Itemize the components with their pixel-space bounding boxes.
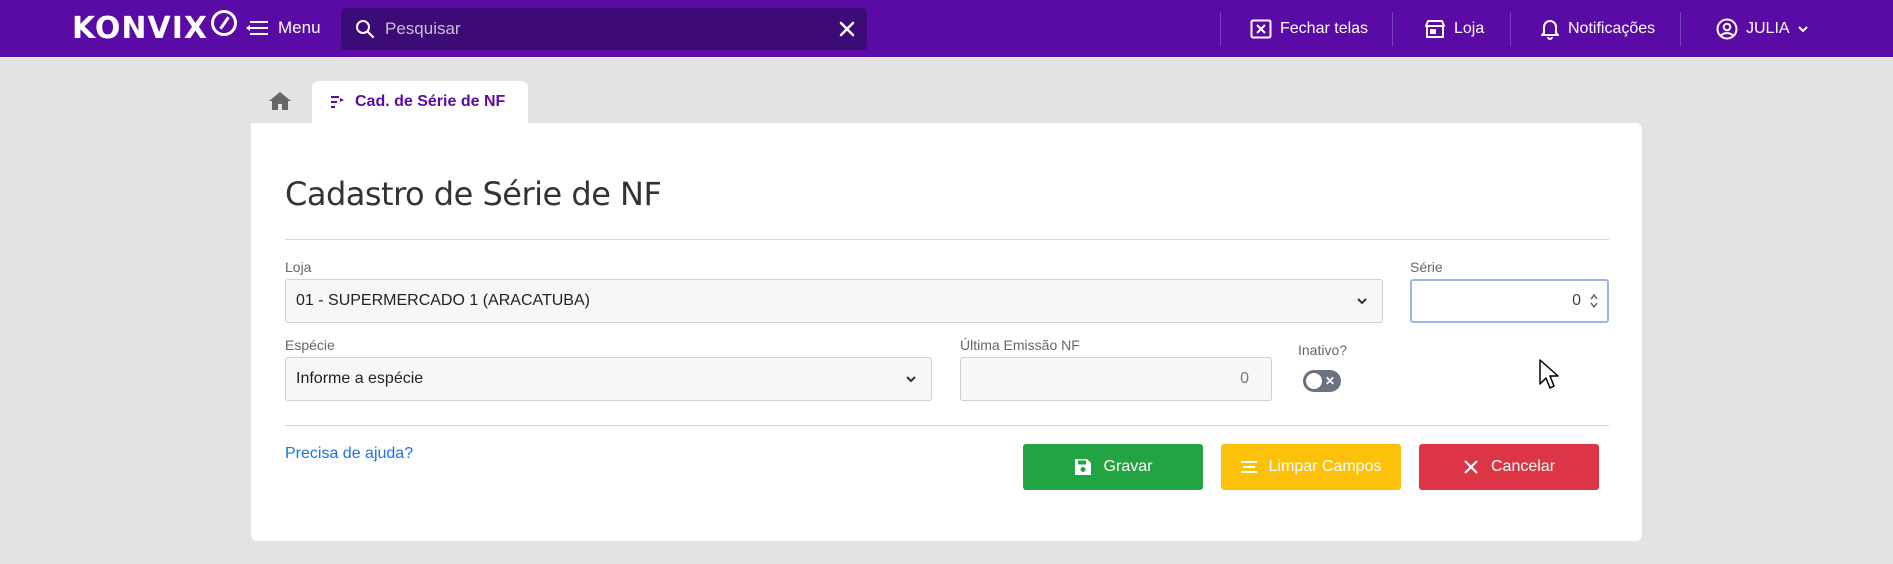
search-input[interactable] xyxy=(385,8,815,50)
clear-fields-button[interactable]: Limpar Campos xyxy=(1221,444,1401,490)
home-tab[interactable] xyxy=(262,84,298,118)
number-spinner-icon[interactable] xyxy=(1589,292,1599,310)
especie-select[interactable]: Informe a espécie xyxy=(285,357,932,401)
clear-search-icon[interactable] xyxy=(837,19,857,39)
ultima-emissao-field: 0 xyxy=(960,357,1272,401)
close-screens-icon xyxy=(1250,19,1272,39)
serie-input[interactable]: 0 xyxy=(1410,279,1609,323)
clear-fields-label: Limpar Campos xyxy=(1268,458,1382,475)
cancel-label: Cancelar xyxy=(1490,458,1556,475)
toggle-knob xyxy=(1306,373,1322,389)
help-link[interactable]: Precisa de ajuda? xyxy=(285,445,413,463)
serie-value: 0 xyxy=(1572,292,1581,309)
konvix-logo[interactable]: KONVIX xyxy=(72,10,238,46)
close-screens-label: Fechar telas xyxy=(1280,20,1369,37)
loja-select[interactable]: 01 - SUPERMERCADO 1 (ARACATUBA) xyxy=(285,279,1383,323)
save-button[interactable]: Gravar xyxy=(1023,444,1203,490)
search-icon xyxy=(356,20,375,39)
logo-text: KONVIX xyxy=(72,10,209,46)
loja-label: Loja xyxy=(285,259,312,275)
menu-icon xyxy=(246,19,268,37)
tab-cad-serie-nf[interactable]: Cad. de Série de NF xyxy=(312,81,528,123)
save-icon xyxy=(1074,459,1091,475)
menu-label: Menu xyxy=(278,18,321,37)
inativo-toggle[interactable]: ✕ xyxy=(1303,370,1341,392)
store-icon xyxy=(1425,20,1445,38)
inativo-label: Inativo? xyxy=(1298,342,1348,358)
nav-divider xyxy=(1220,12,1221,46)
user-menu-button[interactable]: JULIA xyxy=(1716,14,1808,44)
divider xyxy=(285,239,1609,240)
ultima-emissao-label: Última Emissão NF xyxy=(960,337,1080,353)
user-avatar-icon xyxy=(1716,18,1738,40)
especie-value: Informe a espécie xyxy=(296,370,424,387)
close-screens-button[interactable]: Fechar telas xyxy=(1250,14,1368,44)
close-icon xyxy=(1464,460,1478,474)
logo-mark-icon xyxy=(211,10,238,36)
list-arrow-icon xyxy=(331,96,344,108)
user-name: JULIA xyxy=(1746,20,1790,37)
save-label: Gravar xyxy=(1103,458,1153,475)
search-bar xyxy=(341,8,867,50)
store-label: Loja xyxy=(1454,20,1485,37)
menu-button[interactable]: Menu xyxy=(246,14,321,42)
ultima-emissao-value: 0 xyxy=(1240,370,1249,387)
home-icon xyxy=(269,92,291,110)
chevron-down-icon xyxy=(1357,298,1367,305)
nav-divider xyxy=(1510,12,1511,46)
chevron-down-icon xyxy=(1797,26,1808,33)
nav-divider xyxy=(1680,12,1681,46)
top-navbar: KONVIX Menu Fechar telas Loja Notificaçõ… xyxy=(0,0,1893,57)
mouse-cursor-icon xyxy=(1539,359,1559,389)
toggle-off-icon: ✕ xyxy=(1324,374,1335,388)
cancel-button[interactable]: Cancelar xyxy=(1419,444,1599,490)
notifications-button[interactable]: Notificações xyxy=(1540,14,1655,44)
divider xyxy=(285,425,1609,426)
form-card: Cadastro de Série de NF Loja 01 - SUPERM… xyxy=(251,123,1642,541)
bell-icon xyxy=(1541,20,1559,40)
store-button[interactable]: Loja xyxy=(1424,14,1484,44)
especie-label: Espécie xyxy=(285,337,335,353)
nav-divider xyxy=(1392,12,1393,46)
chevron-down-icon xyxy=(906,376,916,383)
loja-value: 01 - SUPERMERCADO 1 (ARACATUBA) xyxy=(296,292,590,309)
page-title: Cadastro de Série de NF xyxy=(285,175,662,213)
tab-label: Cad. de Série de NF xyxy=(355,93,506,110)
serie-label: Série xyxy=(1410,259,1443,275)
notifications-label: Notificações xyxy=(1568,20,1656,37)
clear-lines-icon xyxy=(1240,461,1257,473)
